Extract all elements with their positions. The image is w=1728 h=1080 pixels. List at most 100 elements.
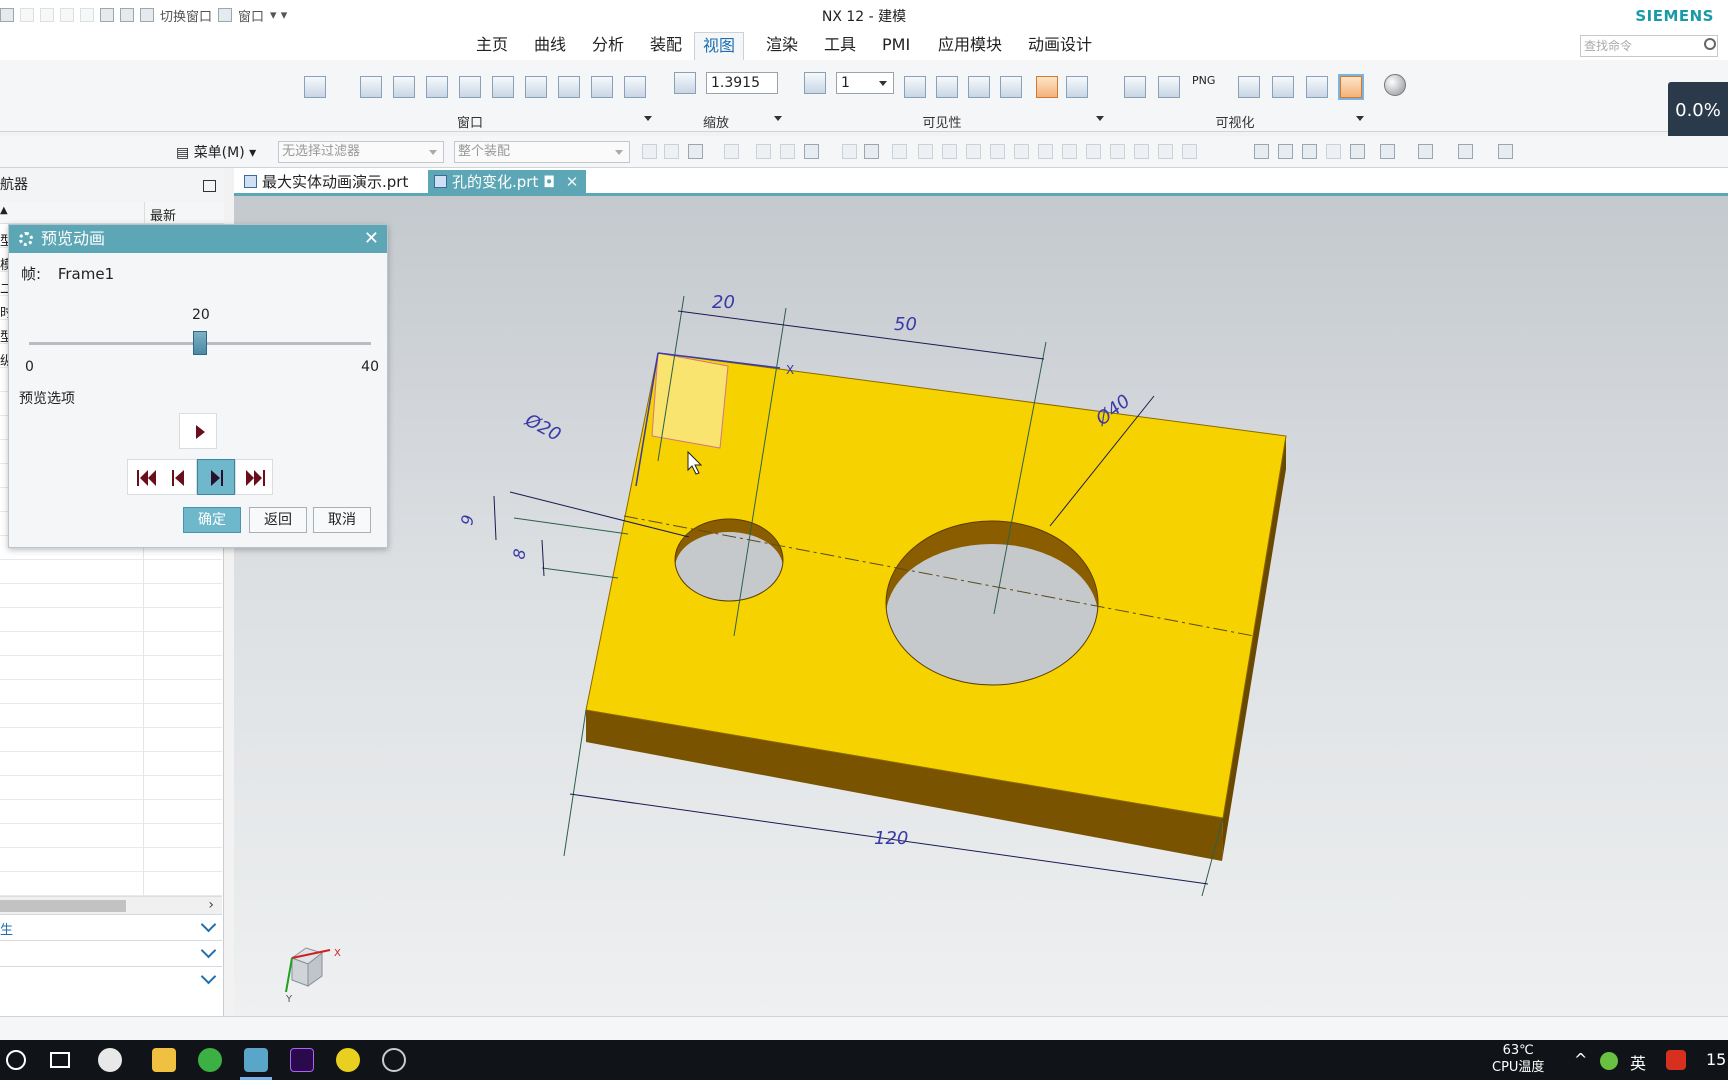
- search-icon[interactable]: [6, 1050, 26, 1070]
- line-snap-icon[interactable]: [918, 144, 933, 159]
- scrollbar-thumb[interactable]: [0, 900, 126, 912]
- next-frame-button[interactable]: [197, 459, 235, 495]
- window-layout-icon[interactable]: [304, 76, 326, 98]
- dependencies-section[interactable]: [0, 966, 222, 992]
- recorder-icon[interactable]: [382, 1048, 406, 1072]
- orient-view-icon[interactable]: [1350, 144, 1365, 159]
- back-button[interactable]: 返回: [249, 507, 307, 533]
- layer-settings-icon[interactable]: [904, 76, 926, 98]
- chevron-up-icon[interactable]: ^: [1574, 1050, 1587, 1069]
- three-views-top-icon[interactable]: [525, 76, 547, 98]
- arc-snap-icon[interactable]: [942, 144, 957, 159]
- doc-tab-max-solid-animation[interactable]: 最大实体动画演示.prt: [238, 170, 416, 194]
- type-filter-select[interactable]: 无选择过滤器: [278, 141, 444, 163]
- selection-intent-icon[interactable]: [664, 144, 679, 159]
- on-curve-snap-icon[interactable]: [1158, 144, 1173, 159]
- three-views-bottom-icon[interactable]: [558, 76, 580, 98]
- nine-views-icon[interactable]: [624, 76, 646, 98]
- feature-select-icon[interactable]: [842, 144, 857, 159]
- center-snap-icon[interactable]: [1038, 144, 1053, 159]
- close-icon[interactable]: ✕: [566, 173, 579, 191]
- dim-top-left[interactable]: 20: [712, 292, 735, 313]
- chevron-down-icon[interactable]: [1096, 116, 1104, 121]
- single-view-icon[interactable]: [360, 76, 382, 98]
- hide-icon[interactable]: [1036, 76, 1058, 98]
- deselect-all-icon[interactable]: [756, 144, 771, 159]
- tab-render[interactable]: 渲染: [758, 32, 806, 60]
- show-all-icon[interactable]: [1000, 76, 1022, 98]
- close-icon[interactable]: ✕: [364, 225, 379, 253]
- zoom-window-icon[interactable]: [1278, 144, 1293, 159]
- show-hide-icon[interactable]: [968, 76, 990, 98]
- tab-tools[interactable]: 工具: [816, 32, 864, 60]
- chevron-down-icon[interactable]: [200, 968, 217, 985]
- invert-visibility-icon[interactable]: [1066, 76, 1088, 98]
- png-export-label[interactable]: PNG: [1192, 74, 1215, 87]
- browser-icon[interactable]: [198, 1048, 222, 1072]
- two-views-vertical-icon[interactable]: [459, 76, 481, 98]
- preview-section[interactable]: [0, 940, 222, 966]
- doc-tab-hole-change[interactable]: 孔的变化.prt ◘ ✕: [428, 170, 587, 194]
- view-section-icon[interactable]: [1418, 144, 1433, 159]
- play-button[interactable]: [179, 413, 217, 449]
- sogou-ime-icon[interactable]: [1666, 1050, 1686, 1070]
- ok-button[interactable]: 确定: [183, 507, 241, 533]
- chevron-down-icon[interactable]: [200, 916, 217, 933]
- last-frame-button[interactable]: [235, 459, 273, 495]
- tab-animation-design[interactable]: 动画设计: [1020, 32, 1100, 60]
- tab-pmi[interactable]: PMI: [874, 32, 918, 60]
- dialog-header[interactable]: 预览动画 ✕: [9, 225, 387, 253]
- box-select-icon[interactable]: [804, 144, 819, 159]
- tab-home[interactable]: 主页: [468, 32, 516, 60]
- background-icon[interactable]: [1306, 76, 1328, 98]
- select-inside-icon[interactable]: [780, 144, 795, 159]
- curve-snap-icon[interactable]: [966, 144, 981, 159]
- pan-view-icon[interactable]: [1326, 144, 1341, 159]
- intersection-snap-icon[interactable]: [1014, 144, 1029, 159]
- studio-display-icon[interactable]: [1338, 74, 1364, 100]
- command-search-input[interactable]: 查找命令: [1580, 35, 1718, 57]
- details-section[interactable]: 生: [0, 914, 222, 940]
- mid-point-snap-icon[interactable]: [1134, 144, 1149, 159]
- dim-bottom[interactable]: 120: [874, 828, 908, 849]
- horizontal-scrollbar[interactable]: ›: [0, 896, 222, 914]
- app-pinwheel-icon[interactable]: [98, 1048, 122, 1072]
- rotate-view-icon[interactable]: [1302, 144, 1317, 159]
- two-views-horizontal-icon[interactable]: [426, 76, 448, 98]
- end-point-snap-icon[interactable]: [1110, 144, 1125, 159]
- media-app-icon[interactable]: [336, 1048, 360, 1072]
- dim-side-b[interactable]: 8: [509, 547, 529, 560]
- tab-view[interactable]: 视图: [694, 32, 745, 60]
- quad-view-icon[interactable]: [393, 76, 415, 98]
- chevron-right-icon[interactable]: ›: [208, 897, 214, 913]
- tab-curve[interactable]: 曲线: [526, 32, 574, 60]
- dim-side-a[interactable]: 9: [457, 513, 477, 526]
- add-selection-icon[interactable]: [688, 144, 703, 159]
- material-sphere-icon[interactable]: [1384, 74, 1406, 96]
- search-icon[interactable]: [1702, 35, 1718, 57]
- edit-object-display-icon[interactable]: [1124, 76, 1146, 98]
- dim-hole-small[interactable]: Ø20: [521, 409, 564, 445]
- tab-applications[interactable]: 应用模块: [930, 32, 1010, 60]
- graphics-window[interactable]: X 20 50 Ø20 Ø40 9 8 120 X Y: [234, 196, 1728, 1016]
- frame-slider-thumb[interactable]: [193, 331, 207, 355]
- task-view-icon[interactable]: [50, 1052, 70, 1068]
- body-select-icon[interactable]: [864, 144, 879, 159]
- tab-analysis[interactable]: 分析: [584, 32, 632, 60]
- chevron-down-icon[interactable]: [774, 116, 782, 121]
- six-views-icon[interactable]: [591, 76, 613, 98]
- deselect-icon[interactable]: [724, 144, 739, 159]
- maximize-icon[interactable]: [203, 180, 216, 192]
- snap-point-icon[interactable]: [892, 144, 907, 159]
- column-latest[interactable]: 最新: [150, 205, 176, 224]
- file-explorer-icon[interactable]: [152, 1048, 176, 1072]
- main-menu-button[interactable]: ▤ 菜单(M) ▾: [176, 142, 256, 162]
- chevron-down-icon[interactable]: [1356, 116, 1364, 121]
- tray-app-icon[interactable]: [1600, 1052, 1618, 1070]
- cancel-button[interactable]: 取消: [313, 507, 371, 533]
- fit-view-icon[interactable]: [1254, 144, 1269, 159]
- layer-visibility-icon[interactable]: [804, 72, 826, 94]
- move-to-layer-icon[interactable]: [936, 76, 958, 98]
- work-layer-select[interactable]: 1: [836, 72, 894, 94]
- zoom-icon[interactable]: [674, 72, 696, 94]
